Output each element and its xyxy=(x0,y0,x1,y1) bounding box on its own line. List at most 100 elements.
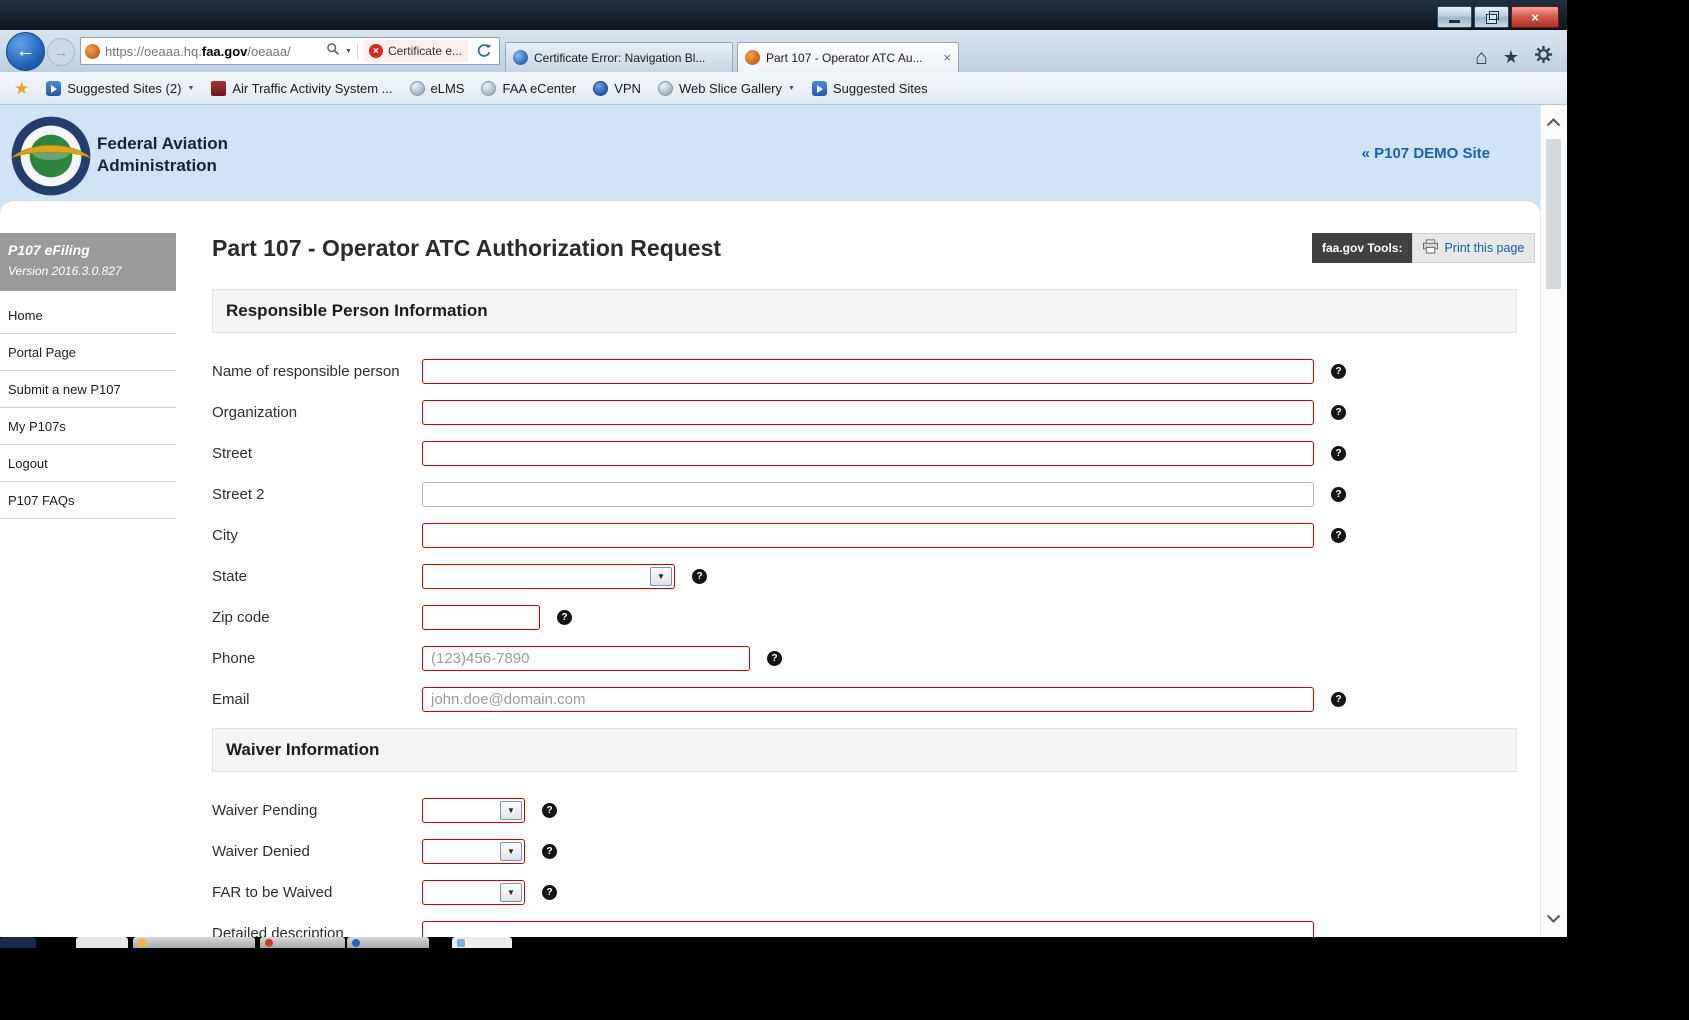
scrollbar-thumb[interactable] xyxy=(1546,139,1561,289)
chevron-down-icon[interactable]: ▼ xyxy=(187,85,194,92)
form-row: Name of responsible person ? xyxy=(212,359,1517,384)
waiver-denied-select[interactable]: ▼ xyxy=(422,839,525,864)
help-icon[interactable]: ? xyxy=(542,885,557,900)
email-label: Email xyxy=(212,691,250,708)
favorite-faa-ecenter[interactable]: FAA eCenter xyxy=(481,80,577,96)
tab-close-icon[interactable]: × xyxy=(943,50,951,65)
favorite-web-slice-gallery[interactable]: Web Slice Gallery ▼ xyxy=(657,80,795,96)
help-icon[interactable]: ? xyxy=(542,803,557,818)
state-select[interactable]: ▼ xyxy=(422,564,675,589)
sidebar-item-submit-new-p107[interactable]: Submit a new P107 xyxy=(0,371,176,408)
waiver-pending-select[interactable]: ▼ xyxy=(422,798,525,823)
form-row: Zip code ? xyxy=(212,605,1517,630)
taskbar-start-fragment[interactable] xyxy=(0,937,36,948)
sidebar-version: Version 2016.3.0.827 xyxy=(8,264,122,278)
help-icon[interactable]: ? xyxy=(767,651,782,666)
taskbar-button[interactable] xyxy=(347,937,429,948)
help-icon[interactable]: ? xyxy=(542,844,557,859)
minimize-button[interactable] xyxy=(1437,6,1472,28)
favorite-vpn[interactable]: VPN xyxy=(593,80,641,96)
request-form: Responsible Person Information Name of r… xyxy=(212,289,1517,937)
forward-button[interactable]: → xyxy=(47,38,75,66)
refresh-button[interactable] xyxy=(473,40,495,62)
taskbar-button[interactable] xyxy=(452,937,512,948)
help-icon[interactable]: ? xyxy=(1331,692,1346,707)
form-row: Email ? xyxy=(212,687,1517,712)
sidebar-item-portal-page[interactable]: Portal Page xyxy=(0,334,176,371)
help-icon[interactable]: ? xyxy=(1331,487,1346,502)
sidebar-item-home[interactable]: Home xyxy=(0,297,176,334)
agency-line2: Administration xyxy=(97,156,217,176)
chevron-down-icon[interactable]: ▼ xyxy=(788,85,795,92)
help-icon[interactable]: ? xyxy=(557,610,572,625)
sidebar-item-my-p107s[interactable]: My P107s xyxy=(0,408,176,445)
address-bar[interactable]: https://oeaaa.hq.faa.gov/oeaaa/ ▼ × Cert… xyxy=(80,37,500,65)
add-favorite-star-icon[interactable]: ★ xyxy=(14,80,29,97)
url-domain: faa.gov xyxy=(201,43,248,59)
zip-input[interactable] xyxy=(422,605,540,630)
select-arrow-icon[interactable]: ▼ xyxy=(650,567,672,586)
p107-demo-site-link[interactable]: « P107 DEMO Site xyxy=(1362,145,1490,162)
form-row: State ▼ ? xyxy=(212,564,1517,589)
select-arrow-icon[interactable]: ▼ xyxy=(500,883,522,902)
favorite-label: FAA eCenter xyxy=(502,80,577,96)
form-row: Phone ? xyxy=(212,646,1517,671)
favorite-label: eLMS xyxy=(430,80,465,96)
phone-input[interactable] xyxy=(422,646,750,671)
certificate-error-button[interactable]: × Certificate e... xyxy=(362,40,468,62)
tab-label: Part 107 - Operator ATC Au... xyxy=(766,50,923,65)
select-arrow-icon[interactable]: ▼ xyxy=(500,842,522,861)
search-icon[interactable] xyxy=(326,42,340,61)
sidebar-item-p107-faqs[interactable]: P107 FAQs xyxy=(0,482,176,519)
help-icon[interactable]: ? xyxy=(1331,364,1346,379)
organization-label: Organization xyxy=(212,404,298,421)
far-to-be-waived-select[interactable]: ▼ xyxy=(422,880,525,905)
detailed-description-input[interactable] xyxy=(422,921,1314,937)
home-icon[interactable]: ⌂ xyxy=(1475,47,1488,68)
print-page-button[interactable]: Print this page xyxy=(1412,233,1536,263)
favorite-elms[interactable]: eLMS xyxy=(409,80,465,96)
tab-strip: Certificate Error: Navigation Bl... Part… xyxy=(505,42,959,72)
street-input[interactable] xyxy=(422,441,1314,466)
form-row: Street 2 ? xyxy=(212,482,1517,507)
favorite-label: Suggested Sites xyxy=(832,80,928,96)
gear-icon[interactable] xyxy=(1534,45,1553,69)
tab-part107-active[interactable]: Part 107 - Operator ATC Au... × xyxy=(737,42,959,72)
taskbar-button[interactable] xyxy=(76,937,128,948)
help-icon[interactable]: ? xyxy=(1331,446,1346,461)
taskbar-button[interactable] xyxy=(260,937,345,948)
help-icon[interactable]: ? xyxy=(1331,528,1346,543)
close-button[interactable]: × xyxy=(1511,6,1559,28)
sidebar-item-logout[interactable]: Logout xyxy=(0,445,176,482)
favorite-label: Air Traffic Activity System ... xyxy=(232,80,393,96)
printer-icon xyxy=(1423,239,1439,257)
scroll-up-icon[interactable] xyxy=(1546,114,1561,132)
street2-input[interactable] xyxy=(422,482,1314,507)
taskbar-button[interactable] xyxy=(133,937,255,948)
back-button[interactable]: ← xyxy=(6,32,45,71)
elms-icon xyxy=(409,80,425,96)
restore-button[interactable] xyxy=(1474,6,1509,28)
help-icon[interactable]: ? xyxy=(692,569,707,584)
url-text[interactable]: https://oeaaa.hq.faa.gov/oeaaa/ xyxy=(105,44,291,59)
vpn-icon xyxy=(593,80,609,96)
organization-input[interactable] xyxy=(422,400,1314,425)
email-input[interactable] xyxy=(422,687,1314,712)
form-row: Organization ? xyxy=(212,400,1517,425)
help-icon[interactable]: ? xyxy=(1331,405,1346,420)
name-input[interactable] xyxy=(422,359,1314,384)
web-slice-icon xyxy=(657,80,673,96)
favorites-star-icon[interactable]: ★ xyxy=(1503,48,1519,66)
favorite-air-traffic-activity-system[interactable]: Air Traffic Activity System ... xyxy=(211,80,393,96)
favorite-suggested-sites[interactable]: Suggested Sites xyxy=(811,80,928,96)
agency-name: Federal Aviation Administration xyxy=(97,133,228,177)
select-arrow-icon[interactable]: ▼ xyxy=(500,801,522,820)
page-scrollbar[interactable] xyxy=(1540,105,1567,937)
certificate-error-icon: × xyxy=(368,44,383,58)
favorite-suggested-sites-2[interactable]: Suggested Sites (2) ▼ xyxy=(46,80,194,96)
tab-favicon xyxy=(745,50,760,65)
city-input[interactable] xyxy=(422,523,1314,548)
address-dropdown-icon[interactable]: ▼ xyxy=(345,48,352,55)
tab-certificate-error[interactable]: Certificate Error: Navigation Bl... xyxy=(505,42,733,72)
scroll-down-icon[interactable] xyxy=(1546,910,1561,928)
